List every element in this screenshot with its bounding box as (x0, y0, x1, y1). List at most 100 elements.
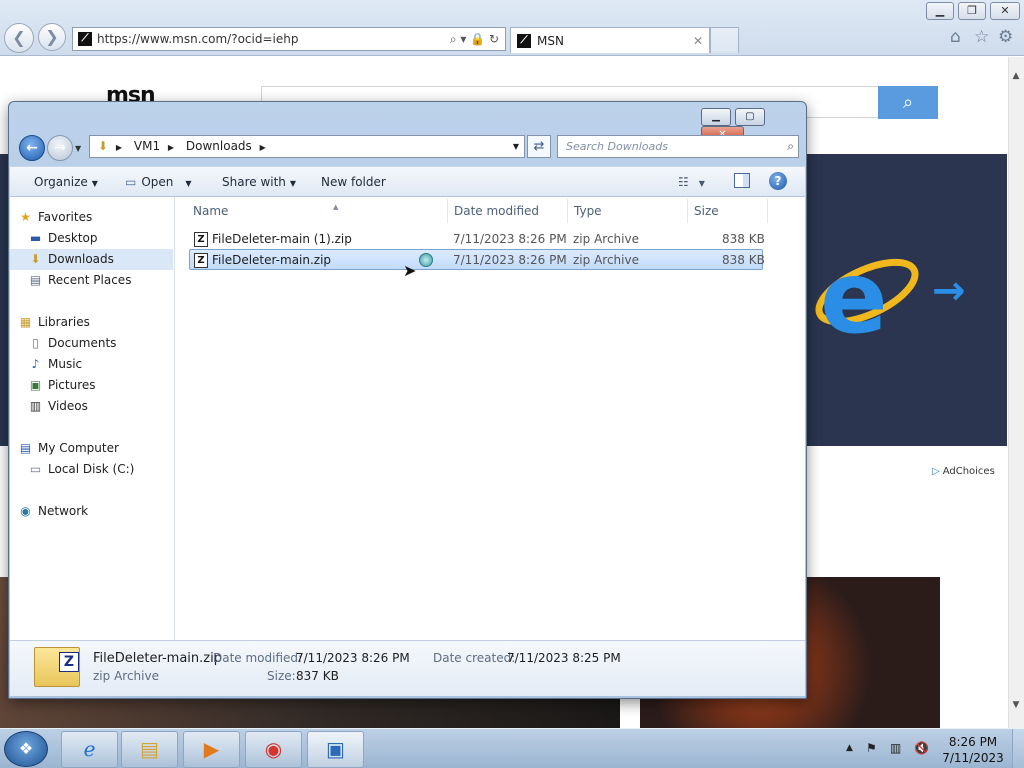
nav-documents-label: Documents (48, 336, 117, 350)
gear-icon[interactable]: ⚙ (998, 27, 1013, 47)
close-icon[interactable]: ✕ (990, 2, 1020, 20)
history-dropdown-icon[interactable]: ▼ (75, 144, 81, 153)
back-button[interactable]: ← (19, 135, 45, 161)
msn-favicon: ⟋ (78, 32, 92, 46)
address-actions-icons[interactable]: ⌕ ▾ 🔒 ↻ (450, 28, 499, 50)
column-divider[interactable] (567, 199, 568, 223)
breadcrumb-vm1[interactable]: VM1 (134, 136, 160, 157)
minimize-icon[interactable]: ▁ (926, 2, 954, 20)
ad-choices-link[interactable]: ▷ AdChoices (932, 466, 995, 477)
chevron-down-icon[interactable]: ▼ (185, 179, 191, 188)
videos-icon: ▥ (29, 399, 42, 413)
nav-documents[interactable]: ▯ Documents (10, 333, 173, 354)
column-header-date[interactable]: Date modified (454, 204, 539, 218)
image-viewer-icon[interactable]: ▣ (307, 731, 364, 768)
chevron-down-icon[interactable]: ▼ (513, 136, 519, 157)
file-type: zip Archive (573, 232, 639, 246)
refresh-button[interactable]: ⇄ (527, 135, 551, 158)
column-divider[interactable] (767, 199, 768, 223)
internet-explorer-icon[interactable]: ℯ (61, 731, 118, 768)
help-icon[interactable]: ? (769, 172, 787, 190)
forward-button[interactable]: ❯ (38, 23, 66, 51)
nav-network[interactable]: ◉ Network (10, 501, 173, 522)
search-input[interactable]: Search Downloads ⌕ (557, 135, 799, 158)
nav-local-disk-label: Local Disk (C:) (48, 462, 135, 476)
nav-desktop[interactable]: ▬ Desktop (10, 228, 173, 249)
tab-close-icon[interactable]: ✕ (693, 28, 703, 54)
address-bar[interactable]: ⟋ https://www.msn.com/?ocid=iehp ⌕ ▾ 🔒 ↻ (72, 27, 506, 51)
breadcrumb-arrow-icon[interactable]: ▶ (168, 137, 174, 158)
column-divider[interactable] (687, 199, 688, 223)
downloads-folder-icon: ⬇ (98, 139, 109, 153)
file-row[interactable]: Z FileDeleter-main (1).zip 7/11/2023 8:2… (189, 228, 765, 249)
nav-desktop-label: Desktop (48, 231, 98, 245)
page-scrollbar[interactable] (1008, 57, 1024, 728)
nav-libraries-label: Libraries (38, 315, 90, 329)
nav-videos-label: Videos (48, 399, 88, 413)
system-clock[interactable]: 8:26 PM 7/11/2023 (938, 734, 1008, 766)
file-date: 7/11/2023 8:26 PM (453, 232, 567, 246)
minimize-icon[interactable]: ▁ (701, 108, 731, 126)
show-desktop-button[interactable] (1012, 729, 1024, 768)
browser-tab[interactable]: ⟋ MSN ✕ (510, 27, 710, 53)
forward-button[interactable]: → (47, 135, 73, 161)
breadcrumb-downloads[interactable]: Downloads (186, 136, 252, 157)
column-header-type[interactable]: Type (574, 204, 602, 218)
scroll-up-icon[interactable]: ▲ (1008, 68, 1024, 84)
column-header-name[interactable]: Name ▲ (193, 203, 338, 218)
file-name: FileDeleter-main (1).zip (212, 232, 352, 246)
breadcrumb-arrow-icon[interactable]: ▶ (116, 137, 122, 158)
back-button[interactable]: ❮ (4, 23, 34, 53)
new-folder-button[interactable]: New folder (321, 175, 386, 189)
action-center-flag-icon[interactable]: ⚑ (866, 741, 877, 755)
chrome-icon[interactable]: ◉ (245, 731, 302, 768)
preview-pane-icon[interactable] (734, 173, 750, 188)
nav-network-label: Network (38, 504, 89, 518)
details-size-label: Size: (267, 669, 296, 683)
file-row-selected[interactable]: Z FileDeleter-main.zip 7/11/2023 8:26 PM… (189, 249, 765, 270)
details-created-value: 7/11/2023 8:25 PM (507, 651, 621, 665)
address-breadcrumb[interactable]: ⬇ ▶ VM1 ▶ Downloads ▶ ▼ (89, 135, 525, 158)
share-with-button[interactable]: Share with ▼ (222, 175, 296, 189)
nav-local-disk[interactable]: ▭ Local Disk (C:) (10, 459, 173, 480)
restore-icon[interactable]: ❐ (958, 2, 986, 20)
star-icon[interactable]: ☆ (974, 27, 989, 47)
explorer-window: ▁ ▢ ✕ ← → ▼ ⬇ ▶ VM1 ▶ Downloads ▶ ▼ ⇄ Se… (8, 101, 807, 699)
open-button[interactable]: ▭ Open ▼ (125, 175, 192, 189)
nav-music-label: Music (48, 357, 83, 371)
column-divider[interactable] (447, 199, 448, 223)
zip-badge: Z (59, 652, 79, 672)
network-status-icon[interactable]: ▥ (890, 741, 901, 755)
file-name: FileDeleter-main.zip (212, 253, 332, 267)
command-bar: Organize ▼ ▭ Open ▼ Share with ▼ New folder … (10, 166, 805, 197)
view-options-icon[interactable]: ☷ ▼ (678, 175, 705, 189)
busy-spinner-icon (419, 253, 433, 267)
organize-button[interactable]: Organize ▼ (34, 175, 98, 189)
nav-libraries[interactable]: ▦ Libraries (10, 312, 173, 333)
column-header-size[interactable]: Size (694, 204, 719, 218)
breadcrumb-arrow-icon[interactable]: ▶ (260, 137, 266, 158)
maximize-icon[interactable]: ▢ (734, 108, 765, 126)
nav-music[interactable]: ♪ Music (10, 354, 173, 375)
adchoices-icon: ▷ (932, 466, 940, 477)
nav-videos[interactable]: ▥ Videos (10, 396, 173, 417)
new-tab-button[interactable] (710, 27, 739, 53)
nav-my-computer[interactable]: ▤ My Computer (10, 438, 173, 459)
scroll-down-icon[interactable]: ▼ (1008, 697, 1024, 713)
volume-muted-icon[interactable]: 🔇 (914, 741, 929, 755)
file-explorer-icon[interactable]: ▤ (121, 731, 178, 768)
network-icon: ◉ (20, 504, 31, 518)
home-icon[interactable]: ⌂ (950, 27, 961, 47)
show-hidden-icons-icon[interactable]: ▲ (846, 743, 853, 753)
start-button[interactable]: ❖ (4, 731, 48, 767)
msn-search-button[interactable]: ⌕ (878, 86, 938, 119)
nav-pictures[interactable]: ▣ Pictures (10, 375, 173, 396)
nav-downloads[interactable]: ⬇ Downloads (10, 249, 173, 270)
pictures-icon: ▣ (29, 378, 42, 392)
sort-ascending-icon: ▲ (333, 203, 339, 211)
svg-text:→: → (932, 268, 966, 314)
search-icon[interactable]: ⌕ (787, 136, 794, 157)
media-player-icon[interactable]: ▶ (183, 731, 240, 768)
nav-favorites[interactable]: ★ Favorites (10, 207, 173, 228)
nav-recent-places[interactable]: ▤ Recent Places (10, 270, 173, 291)
